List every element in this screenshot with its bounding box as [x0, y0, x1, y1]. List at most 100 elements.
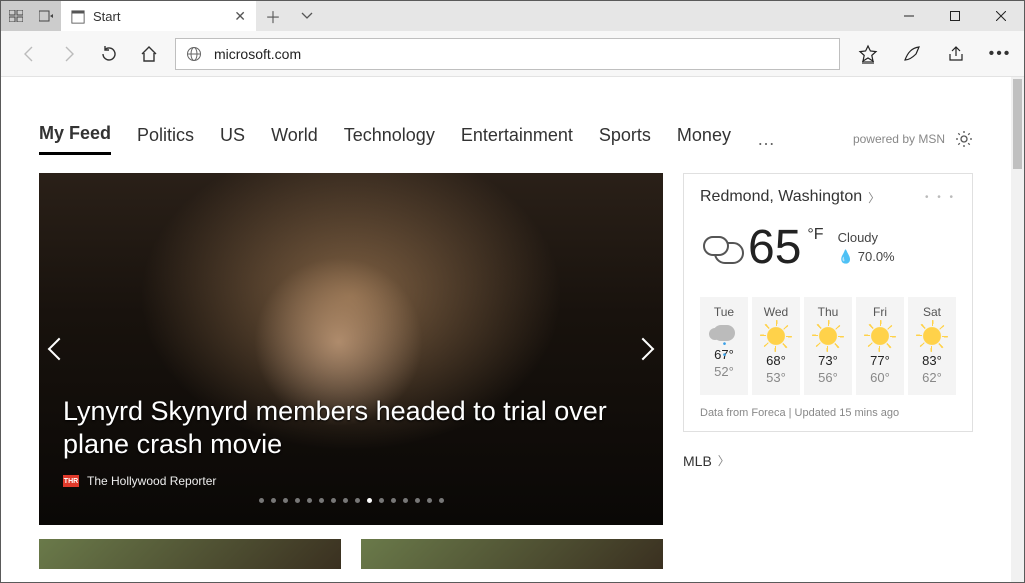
hero-dot[interactable] [439, 498, 444, 503]
gear-icon[interactable] [955, 130, 973, 148]
forecast-hi: 77° [856, 353, 904, 368]
rain-icon [713, 325, 735, 341]
sun-icon [869, 325, 891, 347]
page-body: My Feed Politics US World Technology Ent… [1, 77, 1011, 582]
forecast-lo: 56° [804, 370, 852, 385]
hero-dot[interactable] [427, 498, 432, 503]
weather-condition-block: Cloudy 💧70.0% [838, 229, 895, 265]
globe-icon [186, 46, 202, 62]
favorites-button[interactable] [852, 38, 884, 70]
hero-dot[interactable] [295, 498, 300, 503]
chevron-right-icon: 〉 [868, 189, 880, 206]
forecast-day[interactable]: Thu 73° 56° [804, 297, 852, 395]
sun-icon [765, 325, 787, 347]
weather-humidity: 70.0% [858, 249, 895, 264]
thumbnail-row [39, 539, 973, 569]
hero-dot[interactable] [355, 498, 360, 503]
tab-title: Start [93, 9, 120, 24]
hero-dot[interactable] [259, 498, 264, 503]
tab-preview-button[interactable] [1, 1, 31, 31]
hero-card[interactable]: Lynyrd Skynyrd members headed to trial o… [39, 173, 663, 525]
weather-condition: Cloudy [838, 229, 895, 247]
new-tab-button[interactable]: ＋ [256, 1, 290, 31]
hero-dot[interactable] [343, 498, 348, 503]
minimize-button[interactable] [886, 1, 932, 31]
weather-now: 65 °F Cloudy 💧70.0% [700, 220, 956, 275]
hero-source-badge: THR [63, 475, 79, 487]
scroll-thumb[interactable] [1013, 79, 1022, 169]
hero-dot[interactable] [307, 498, 312, 503]
refresh-button[interactable] [95, 40, 123, 68]
weather-more-button[interactable]: • • • [925, 192, 956, 203]
forecast-day[interactable]: Fri 77° 60° [856, 297, 904, 395]
article-thumb[interactable] [39, 539, 341, 569]
hero-source-name: The Hollywood Reporter [87, 474, 216, 488]
url-input[interactable] [214, 46, 829, 62]
hero-dot[interactable] [415, 498, 420, 503]
sun-icon [817, 325, 839, 347]
weather-location-row[interactable]: Redmond, Washington 〉 • • • [700, 188, 956, 206]
hero-text: Lynyrd Skynyrd members headed to trial o… [63, 395, 639, 504]
main-row: Lynyrd Skynyrd members headed to trial o… [39, 173, 973, 525]
hero-dot[interactable] [391, 498, 396, 503]
page-icon [71, 10, 85, 24]
hero-dot[interactable] [271, 498, 276, 503]
window-close-button[interactable] [978, 1, 1024, 31]
forecast-day-name: Thu [804, 305, 852, 319]
sports-row[interactable]: MLB 〉 [683, 452, 973, 469]
hero-next-button[interactable] [632, 338, 655, 361]
hero-dot[interactable] [403, 498, 408, 503]
hero-dots[interactable] [63, 498, 639, 503]
sun-icon [921, 325, 943, 347]
feed-tab-entertainment[interactable]: Entertainment [461, 125, 573, 154]
forecast-row: Tue 67° 52°Wed 68° 53°Thu 73° 56°Fri 77°… [700, 297, 956, 395]
settings-more-button[interactable]: ••• [984, 38, 1016, 70]
feed-tab-world[interactable]: World [271, 125, 318, 154]
feed-tab-technology[interactable]: Technology [344, 125, 435, 154]
feed-tab-us[interactable]: US [220, 125, 245, 154]
browser-window: Start ✕ ＋ ••• My [0, 0, 1025, 583]
titlebar: Start ✕ ＋ [1, 1, 1024, 31]
sports-label: MLB [683, 453, 712, 469]
maximize-button[interactable] [932, 1, 978, 31]
browser-tab[interactable]: Start ✕ [61, 1, 256, 31]
powered-by: powered by MSN [853, 130, 973, 148]
hero-prev-button[interactable] [48, 338, 71, 361]
feed-tab-money[interactable]: Money [677, 125, 731, 154]
set-aside-tabs-button[interactable] [31, 1, 61, 31]
feed-tabs: My Feed Politics US World Technology Ent… [39, 123, 973, 155]
feed-tab-more[interactable]: … [757, 129, 777, 150]
forward-button[interactable] [55, 40, 83, 68]
viewport: My Feed Politics US World Technology Ent… [1, 77, 1024, 582]
tab-close-button[interactable]: ✕ [234, 8, 246, 25]
forecast-day[interactable]: Tue 67° 52° [700, 297, 748, 395]
forecast-day[interactable]: Wed 68° 53° [752, 297, 800, 395]
hero-dot[interactable] [367, 498, 372, 503]
scrollbar[interactable] [1011, 77, 1024, 582]
hero-source: THR The Hollywood Reporter [63, 474, 639, 488]
titlebar-left: Start ✕ ＋ [1, 1, 324, 31]
forecast-lo: 60° [856, 370, 904, 385]
forecast-hi: 68° [752, 353, 800, 368]
tab-actions-button[interactable] [290, 1, 324, 31]
hero-dot[interactable] [319, 498, 324, 503]
feed-tab-politics[interactable]: Politics [137, 125, 194, 154]
hero-title: Lynyrd Skynyrd members headed to trial o… [63, 395, 639, 463]
back-button[interactable] [15, 40, 43, 68]
forecast-day[interactable]: Sat 83° 62° [908, 297, 956, 395]
address-bar[interactable] [175, 38, 840, 70]
forecast-day-name: Wed [752, 305, 800, 319]
feed-tab-myfeed[interactable]: My Feed [39, 123, 111, 155]
hero-dot[interactable] [379, 498, 384, 503]
forecast-lo: 62° [908, 370, 956, 385]
article-thumb[interactable] [361, 539, 663, 569]
hero-dot[interactable] [331, 498, 336, 503]
cloud-icon [700, 234, 742, 262]
feed-tab-sports[interactable]: Sports [599, 125, 651, 154]
notes-button[interactable] [896, 38, 928, 70]
forecast-day-name: Tue [700, 305, 748, 319]
chevron-right-icon: 〉 [718, 452, 730, 469]
hero-dot[interactable] [283, 498, 288, 503]
share-button[interactable] [940, 38, 972, 70]
home-button[interactable] [135, 40, 163, 68]
